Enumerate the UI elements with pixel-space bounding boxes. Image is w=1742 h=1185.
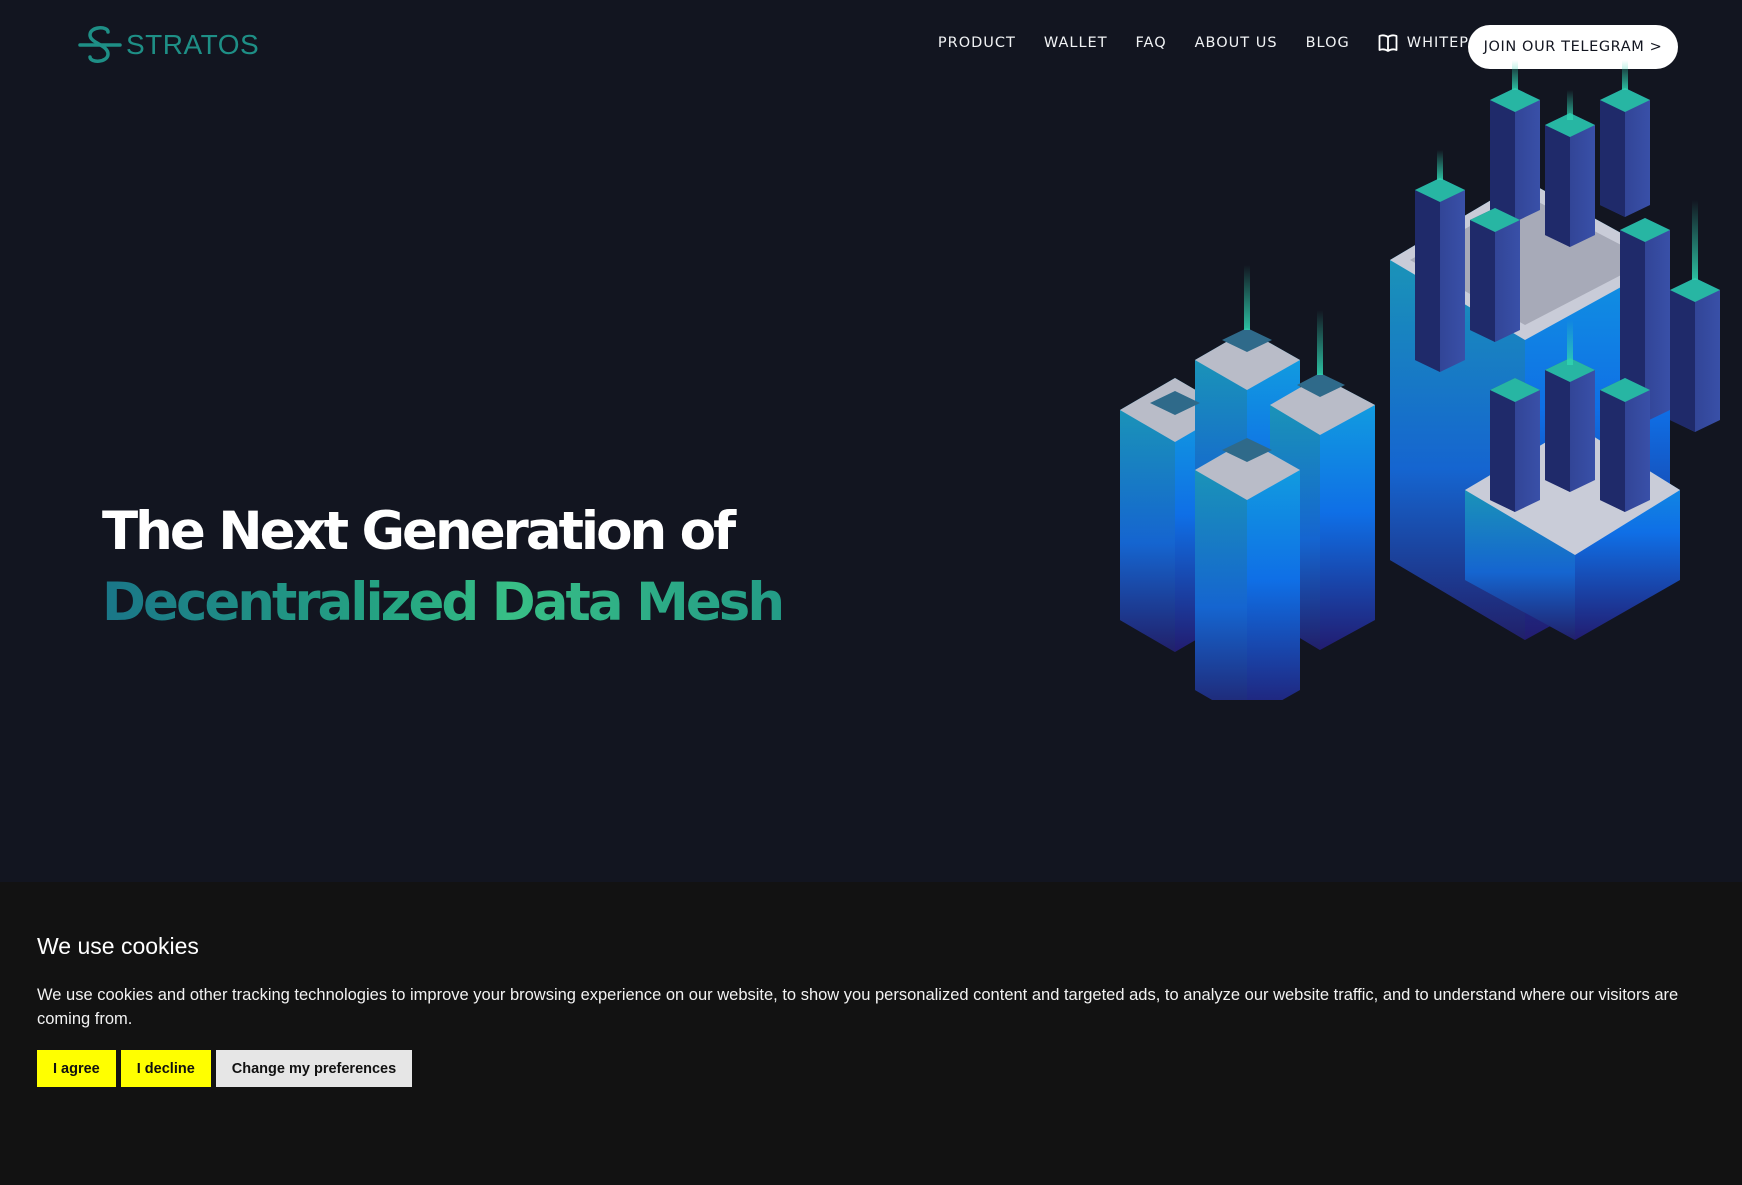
nav-about-us[interactable]: ABOUT US: [1195, 35, 1278, 51]
cookie-banner: We use cookies We use cookies and other …: [0, 882, 1742, 1185]
hero-title-line2: Decentralized Data Mesh: [102, 567, 785, 638]
agree-button[interactable]: I agree: [37, 1050, 116, 1087]
main-nav: PRODUCT WALLET FAQ ABOUT US BLOG WHITEPA…: [938, 34, 1510, 52]
stratos-logo[interactable]: STRATOS: [78, 24, 259, 66]
cookie-title: We use cookies: [37, 933, 199, 959]
cookie-description: We use cookies and other tracking techno…: [37, 986, 1679, 1028]
nav-wallet[interactable]: WALLET: [1044, 35, 1108, 51]
nav-faq[interactable]: FAQ: [1136, 35, 1167, 51]
cookie-button-group: I agree I decline Change my preferences: [37, 1050, 413, 1087]
nav-product[interactable]: PRODUCT: [938, 35, 1016, 51]
change-preferences-button[interactable]: Change my preferences: [215, 1050, 413, 1087]
decline-button[interactable]: I decline: [120, 1050, 211, 1087]
nav-blog[interactable]: BLOG: [1306, 35, 1350, 51]
hero-title-line1: The Next Generation of: [102, 501, 736, 562]
data-center-city-illustration: [1120, 60, 1720, 700]
book-icon: [1378, 34, 1398, 52]
tower-cluster-left: [1120, 265, 1375, 700]
logo-text: STRATOS: [126, 29, 260, 60]
stratos-logo-icon: [78, 26, 122, 63]
hero-heading: The Next Generation of Decentralized Dat…: [102, 496, 785, 638]
